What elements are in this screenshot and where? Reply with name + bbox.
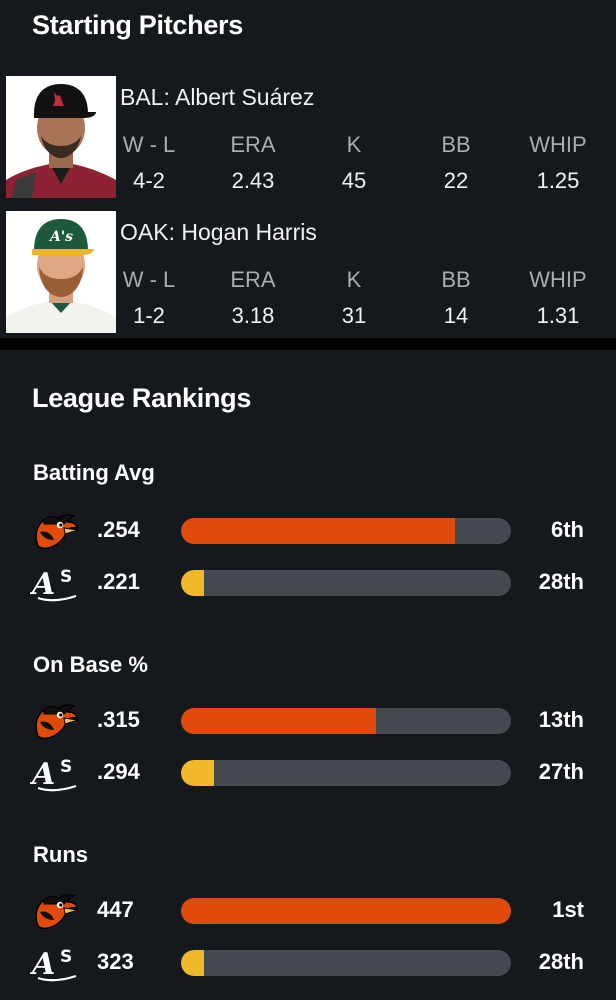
rank-bar-track — [181, 950, 511, 976]
pitcher-row-oak[interactable]: A's OAK: Hogan Harris W - L ERA K BB WHI… — [0, 203, 616, 333]
rank-bar-track — [181, 760, 511, 786]
orioles-logo-icon — [30, 890, 80, 932]
stat-value: .254 — [97, 517, 140, 542]
stat-value-wl: 4-2 — [133, 168, 165, 193]
stat-value-era: 2.43 — [231, 168, 275, 193]
stat-value: 323 — [97, 949, 134, 974]
ranking-row-oak-runs: 323 28th — [0, 942, 616, 982]
section-title-league-rankings: League Rankings — [32, 383, 252, 413]
league-rank: 1st — [552, 897, 584, 922]
stat-value-bb: 22 — [443, 168, 469, 193]
rank-bar-track — [181, 708, 511, 734]
stat-value-whip: 1.31 — [536, 303, 580, 328]
svg-text:A's: A's — [48, 229, 73, 245]
pitcher-row-bal[interactable]: A BAL: Albert Suárez W - L ERA K BB WHIP… — [0, 68, 616, 198]
svg-text:A: A — [53, 94, 64, 110]
pitcher-name: BAL: Albert Suárez — [120, 84, 315, 110]
stat-value: 447 — [97, 897, 134, 922]
ranking-row-bal-on-base-pct: .315 13th — [0, 700, 616, 740]
league-rank: 13th — [538, 707, 584, 732]
category-title-on-base-pct: On Base % — [33, 652, 148, 677]
league-rank: 27th — [538, 759, 584, 784]
rank-bar-fill — [181, 898, 511, 924]
league-rankings-card: League Rankings Batting Avg .254 6th .22… — [0, 350, 616, 1000]
ranking-row-bal-batting-avg: .254 6th — [0, 510, 616, 550]
stat-value-k: 45 — [341, 168, 367, 193]
stat-value: .294 — [97, 759, 140, 784]
stat-value-k: 31 — [341, 303, 367, 328]
stat-value-whip: 1.25 — [536, 168, 580, 193]
starting-pitchers-card: Starting Pitchers A BAL: Albert Suárez W… — [0, 0, 616, 338]
rank-bar-fill — [181, 760, 214, 786]
category-title-batting-avg: Batting Avg — [33, 460, 155, 485]
stat-header-whip: WHIP — [529, 267, 587, 292]
league-rank: 28th — [538, 569, 584, 594]
stat-value-era: 3.18 — [231, 303, 275, 328]
rank-bar-fill — [181, 708, 376, 734]
stat-value: .221 — [97, 569, 140, 594]
orioles-logo-icon — [30, 700, 80, 742]
rank-bar-fill — [181, 518, 455, 544]
stat-header-bb: BB — [441, 132, 471, 157]
stat-header-wl: W - L — [122, 267, 176, 292]
orioles-logo-icon — [30, 510, 80, 552]
stat-value-bb: 14 — [443, 303, 469, 328]
rank-bar-track — [181, 570, 511, 596]
stat-header-whip: WHIP — [529, 132, 587, 157]
section-title-starting-pitchers: Starting Pitchers — [32, 10, 243, 40]
pitcher-name: OAK: Hogan Harris — [120, 219, 317, 245]
rank-bar-fill — [181, 570, 205, 596]
stat-value-wl: 1-2 — [133, 303, 165, 328]
stat-value: .315 — [97, 707, 140, 732]
ranking-row-oak-on-base-pct: .294 27th — [0, 752, 616, 792]
athletics-logo-icon — [30, 562, 80, 604]
rank-bar-track — [181, 518, 511, 544]
ranking-row-oak-batting-avg: .221 28th — [0, 562, 616, 602]
stat-header-k: K — [346, 132, 362, 157]
athletics-logo-icon — [30, 942, 80, 984]
league-rank: 28th — [538, 949, 584, 974]
stat-header-era: ERA — [230, 132, 276, 157]
rank-bar-fill — [181, 950, 205, 976]
stat-header-era: ERA — [230, 267, 276, 292]
stat-header-wl: W - L — [122, 132, 176, 157]
ranking-row-bal-runs: 447 1st — [0, 890, 616, 930]
stat-header-bb: BB — [441, 267, 471, 292]
rank-bar-track — [181, 898, 511, 924]
league-rank: 6th — [551, 517, 584, 542]
stat-header-k: K — [346, 267, 362, 292]
category-title-runs: Runs — [33, 842, 88, 867]
athletics-logo-icon — [30, 752, 80, 794]
